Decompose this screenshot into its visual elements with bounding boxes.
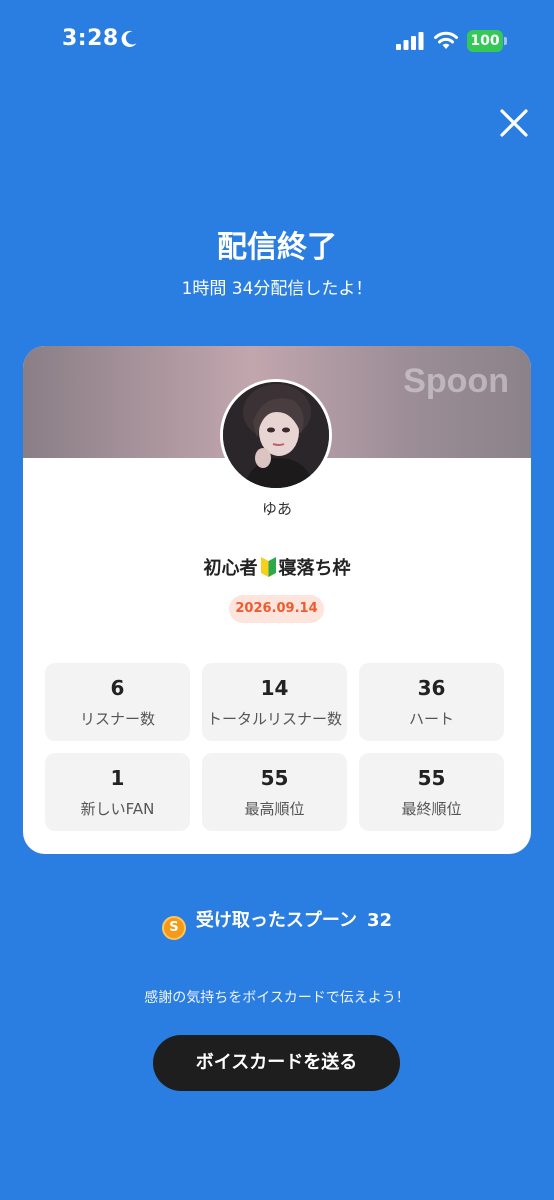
spoons-count: 32	[367, 910, 393, 931]
beginner-mark-icon	[260, 557, 276, 577]
thanks-message: 感謝の気持ちをボイスカードで伝えよう！	[144, 990, 410, 1006]
avatar	[220, 379, 332, 491]
stat-value: 55	[260, 766, 289, 790]
stat-highest-rank: 55 最高順位	[202, 753, 347, 831]
page-title: 配信終了	[217, 230, 337, 265]
stream-title: 初心者 寝落ち枠	[23, 554, 531, 580]
stat-value: 14	[260, 676, 289, 700]
send-voice-card-button[interactable]: ボイスカードを送る	[153, 1035, 400, 1091]
stream-title-prefix: 初心者	[203, 558, 258, 579]
signal-icon	[396, 32, 424, 50]
stat-value: 6	[110, 676, 125, 700]
stat-value: 55	[417, 766, 446, 790]
date-badge: 2026.09.14	[229, 595, 324, 623]
spoon-coin-icon: S	[161, 916, 186, 940]
stream-title-suffix: 寝落ち枠	[278, 558, 351, 579]
stat-label: 新しいFAN	[80, 800, 155, 818]
battery-icon: 100	[467, 30, 507, 52]
stat-hearts: 36 ハート	[359, 663, 504, 741]
stats-grid: 6 リスナー数 14 トータルリスナー数 36 ハート 1 新しいFAN 55 …	[45, 663, 504, 831]
username: ゆあ	[261, 500, 292, 518]
stat-total-listeners: 14 トータルリスナー数	[202, 663, 347, 741]
battery-level: 100	[467, 30, 503, 52]
stat-label: リスナー数	[79, 710, 155, 728]
close-icon[interactable]	[495, 104, 533, 142]
moon-icon	[121, 30, 137, 47]
received-spoons: S 受け取ったスプーン 32	[0, 906, 554, 940]
stream-ended-screen: 3:28 100 配信終了 1時間 34分配信したよ！ Spoon ゆあ 初心者…	[0, 0, 554, 1200]
stream-result-card: Spoon ゆあ 初心者 寝落ち枠 2026.09.14 6 リスナー数 14 …	[23, 346, 531, 854]
stream-duration: 1時間 34分配信したよ！	[181, 279, 373, 299]
stat-value: 1	[110, 766, 125, 790]
status-time: 3:28	[62, 26, 119, 51]
stat-final-rank: 55 最終順位	[359, 753, 504, 831]
stat-label: 最高順位	[244, 800, 305, 818]
stat-label: 最終順位	[401, 800, 462, 818]
stat-label: トータルリスナー数	[206, 710, 342, 728]
status-bar: 3:28 100	[0, 0, 554, 84]
spoon-logo: Spoon	[403, 362, 509, 400]
stat-value: 36	[417, 676, 446, 700]
stat-label: ハート	[408, 710, 454, 728]
stat-listeners: 6 リスナー数	[45, 663, 190, 741]
spoons-label: 受け取ったスプーン	[195, 910, 358, 931]
stat-new-fans: 1 新しいFAN	[45, 753, 190, 831]
wifi-icon	[434, 31, 458, 49]
